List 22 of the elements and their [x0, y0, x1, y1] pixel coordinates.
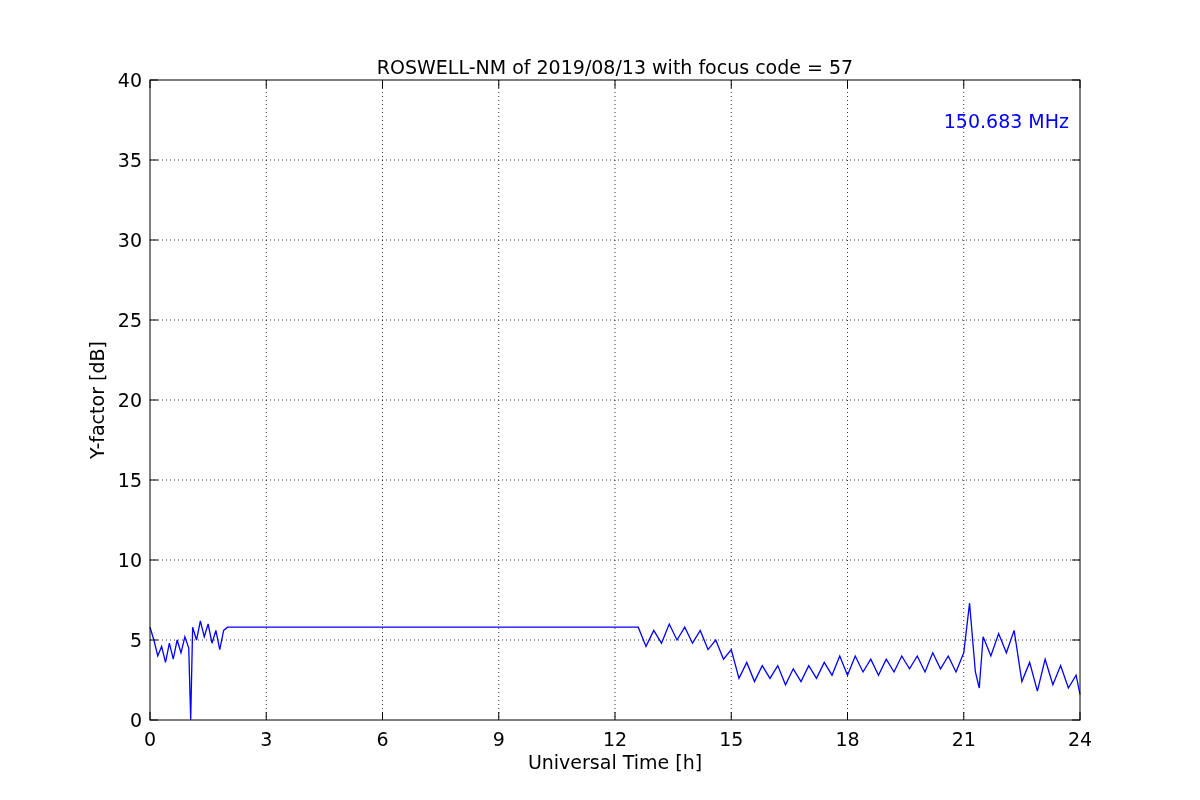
y-tick-label: 5	[129, 629, 142, 651]
y-axis-label: Y-factor [dB]	[86, 341, 108, 459]
x-tick-label: 0	[143, 728, 157, 750]
x-tick-label: 9	[492, 728, 505, 750]
frequency-label: 150.683 MHz	[943, 110, 1069, 132]
y-tick-label: 10	[117, 549, 142, 571]
x-tick-label: 15	[719, 728, 744, 750]
x-tick-label: 18	[835, 728, 860, 750]
x-tick-label: 12	[602, 728, 628, 750]
y-tick-label: 20	[117, 389, 142, 411]
x-tick-label: 6	[376, 728, 389, 750]
y-tick-label: 40	[117, 69, 142, 91]
chart-title: ROSWELL-NM of 2019/08/13 with focus code = 57	[376, 56, 854, 78]
x-tick-label: 3	[260, 728, 273, 750]
y-tick-label: 35	[117, 149, 142, 171]
y-tick-label: 15	[117, 469, 142, 491]
x-tick-label: 21	[951, 728, 976, 750]
y-tick-label: 25	[117, 309, 142, 331]
x-axis-label: Universal Time [h]	[527, 751, 703, 773]
x-tick-label: 24	[1067, 728, 1093, 750]
y-tick-label: 30	[117, 229, 142, 251]
y-tick-label: 0	[129, 709, 142, 731]
